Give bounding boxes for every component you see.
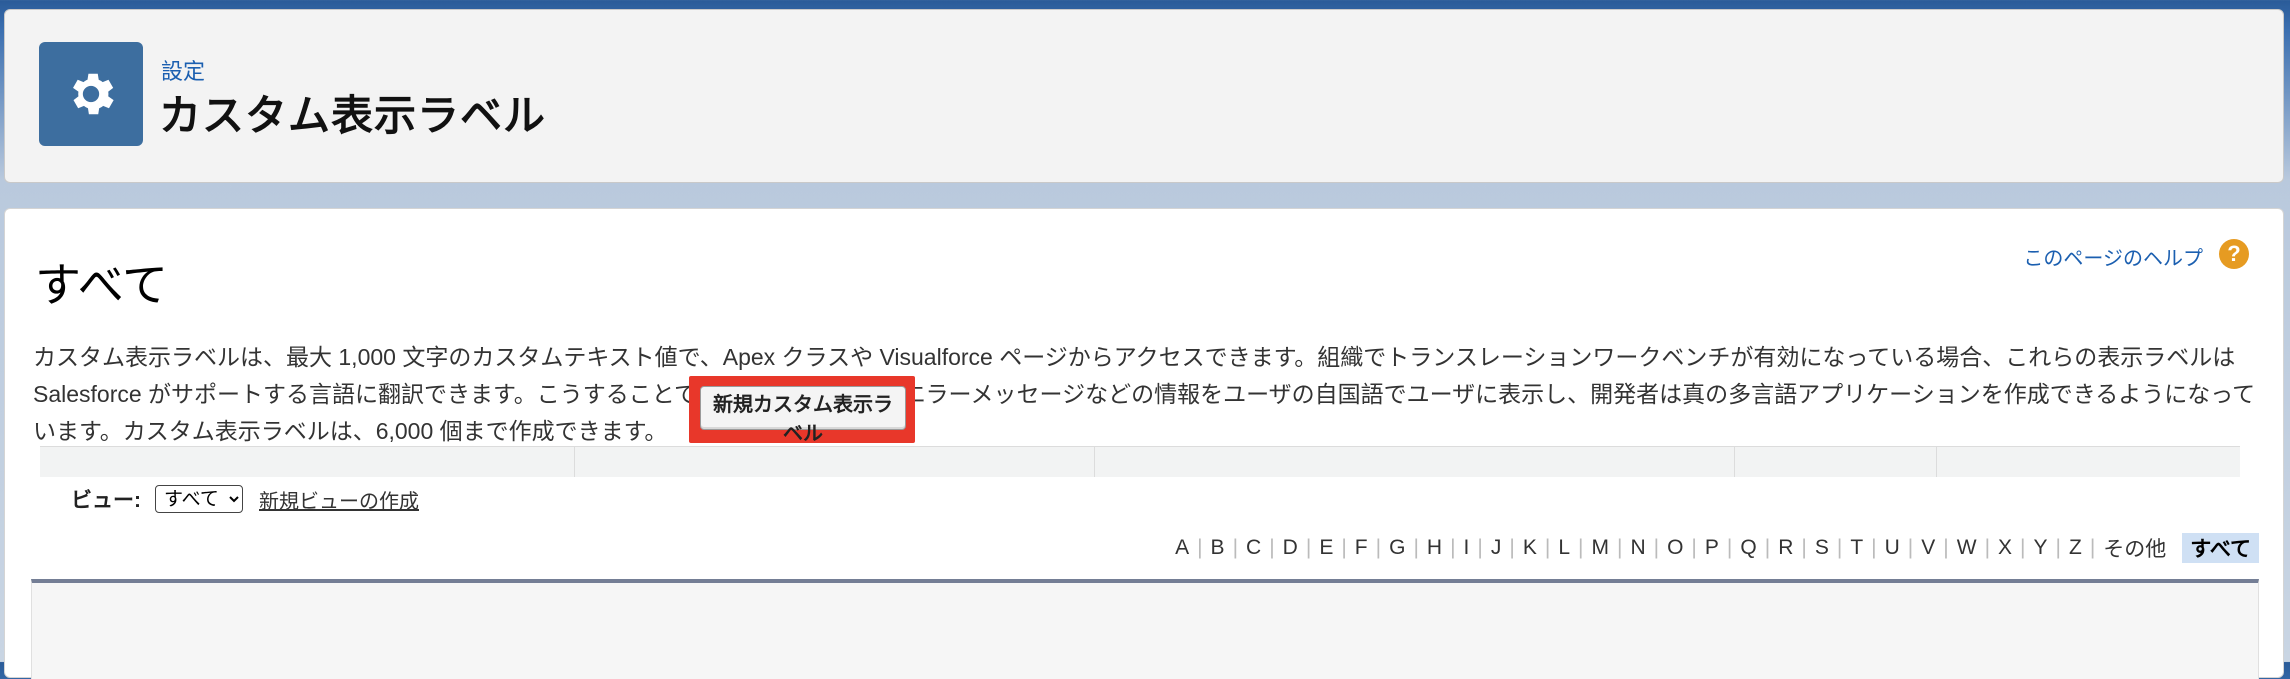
page-header: 設定 カスタム表示ラベル (4, 9, 2284, 183)
content-panel: すべて このページのヘルプ ? カスタム表示ラベルは、最大 1,000 文字のカ… (4, 208, 2284, 679)
section-title: すべて (35, 259, 168, 311)
alpha-filter-item[interactable]: L (1550, 536, 1578, 560)
alpha-filter-item[interactable]: N (1622, 536, 1653, 560)
alpha-filter-item[interactable]: M (1583, 536, 1617, 560)
alpha-filter-all[interactable]: すべて (2182, 533, 2259, 563)
alpha-filter-item[interactable]: B (1203, 536, 1233, 560)
page-description: カスタム表示ラベルは、最大 1,000 文字のカスタムテキスト値で、Apex ク… (33, 344, 2256, 444)
alpha-filter-item[interactable]: Q (1732, 536, 1764, 560)
alpha-filter-item[interactable]: A (1167, 536, 1197, 560)
alpha-filter-item[interactable]: Y (2026, 536, 2056, 560)
alpha-filter-item[interactable]: S (1807, 536, 1837, 560)
alpha-filter-item[interactable]: J (1483, 536, 1510, 560)
view-label: ビュー: (71, 489, 141, 512)
column-divider (574, 447, 575, 477)
alpha-filter-item[interactable]: K (1515, 536, 1545, 560)
alpha-filter-item[interactable]: Z (2061, 536, 2090, 560)
alpha-filter-item[interactable]: G (1381, 536, 1413, 560)
create-view-link[interactable]: 新規ビューの作成 (259, 485, 419, 514)
table-header (40, 446, 2240, 477)
alpha-filter-item[interactable]: E (1311, 536, 1341, 560)
view-select[interactable]: すべて (155, 485, 243, 513)
alpha-filter-item[interactable]: その他 (2095, 533, 2174, 563)
alpha-filter-item[interactable]: R (1770, 536, 1801, 560)
alpha-filter-item[interactable]: H (1419, 536, 1450, 560)
alphabet-filter: A | B | C | D | E | F | G | H | I | J | K | L | M | N | O | P | Q | R | S | T |… (1167, 533, 2259, 563)
alpha-filter-item[interactable]: P (1697, 536, 1727, 560)
alpha-filter-item[interactable]: U (1877, 536, 1908, 560)
alpha-filter-item[interactable]: O (1659, 536, 1691, 560)
help-link[interactable]: このページのヘルプ (2023, 242, 2203, 271)
column-divider (1936, 447, 1937, 477)
alpha-filter-item[interactable]: I (1456, 536, 1478, 560)
list-panel (31, 579, 2259, 679)
help-icon[interactable]: ? (2219, 239, 2249, 269)
alpha-filter-item[interactable]: F (1347, 536, 1376, 560)
alpha-filter-item[interactable]: X (1990, 536, 2020, 560)
alpha-filter-item[interactable]: V (1913, 536, 1943, 560)
column-divider (1094, 447, 1095, 477)
alpha-filter-item[interactable]: C (1238, 536, 1269, 560)
view-selector-row: ビュー: すべて 新規ビューの作成 (71, 484, 419, 514)
alpha-filter-item[interactable]: W (1949, 536, 1985, 560)
alpha-filter-item[interactable]: T (1842, 536, 1871, 560)
gear-icon (39, 42, 143, 146)
alpha-filter-item[interactable]: D (1275, 536, 1306, 560)
new-custom-label-button[interactable]: 新規カスタム表示ラベル (700, 386, 906, 445)
page-title: カスタム表示ラベル (159, 92, 547, 139)
column-divider (1734, 447, 1735, 477)
